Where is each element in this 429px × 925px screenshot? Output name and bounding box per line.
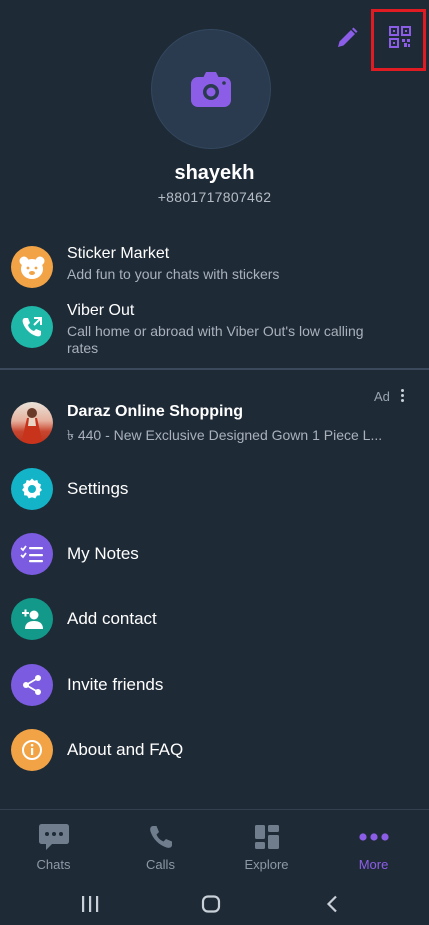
menu-item-my-notes[interactable]: My Notes <box>0 533 429 593</box>
nav-calls[interactable]: Calls <box>107 810 214 882</box>
home-icon <box>201 895 221 913</box>
profile-avatar-button[interactable] <box>151 29 271 149</box>
ad-subtitle: ৳ 440 - New Exclusive Designed Gown 1 Pi… <box>67 427 383 443</box>
nav-label-calls: Calls <box>146 857 175 872</box>
pencil-icon <box>338 27 358 47</box>
menu-item-about-faq[interactable]: About and FAQ <box>0 729 429 789</box>
camera-icon <box>191 72 231 107</box>
add-contact-icon <box>11 598 53 640</box>
nav-label-chats: Chats <box>36 857 71 872</box>
section-divider <box>0 368 429 370</box>
nav-chats[interactable]: Chats <box>0 810 107 882</box>
ad-image <box>11 402 53 444</box>
menu-label-about-faq: About and FAQ <box>67 740 184 759</box>
nav-label-more: More <box>358 857 389 872</box>
chat-bubble-icon <box>38 822 70 852</box>
viber-out-item[interactable]: Viber Out Call home or abroad with Viber… <box>0 300 429 360</box>
menu-label-settings: Settings <box>67 479 129 498</box>
menu-label-invite-friends: Invite friends <box>67 675 164 694</box>
menu-item-invite-friends[interactable]: Invite friends <box>0 664 429 724</box>
recent-apps-icon <box>82 896 99 912</box>
info-icon <box>11 729 53 771</box>
home-button[interactable] <box>201 895 221 918</box>
menu-label-add-contact: Add contact <box>67 609 157 628</box>
gear-icon <box>11 468 53 510</box>
phone-out-icon <box>11 306 53 348</box>
menu-item-add-contact[interactable]: Add contact <box>0 598 429 658</box>
viber-out-subtitle: Call home or abroad with Viber Out's low… <box>67 323 364 356</box>
phone-icon <box>145 822 177 852</box>
sticker-market-item[interactable]: Sticker Market Add fun to your chats wit… <box>0 242 429 290</box>
sticker-bear-icon <box>11 246 53 288</box>
nav-label-explore: Explore <box>244 857 289 872</box>
share-icon <box>11 664 53 706</box>
edit-profile-button[interactable] <box>333 24 361 52</box>
menu-item-settings[interactable]: Settings <box>0 468 429 528</box>
viber-out-title: Viber Out <box>67 302 135 319</box>
ad-label: Ad <box>374 389 390 404</box>
profile-phone: +8801717807462 <box>157 189 272 205</box>
system-nav-bar <box>0 881 429 925</box>
ad-options-button[interactable] <box>398 389 406 403</box>
ad-title: Daraz Online Shopping <box>67 403 244 420</box>
qr-code-button[interactable] <box>388 25 412 49</box>
sticker-market-subtitle: Add fun to your chats with stickers <box>67 266 280 282</box>
more-screen: shayekh +8801717807462 Sticker Market Ad… <box>0 0 429 925</box>
menu-label-my-notes: My Notes <box>67 544 139 563</box>
sticker-market-title: Sticker Market <box>67 245 170 262</box>
bottom-nav: Chats Calls Explore More <box>0 809 429 881</box>
back-button[interactable] <box>325 895 339 918</box>
notes-checklist-icon <box>11 533 53 575</box>
explore-grid-icon <box>251 822 283 852</box>
profile-name: shayekh <box>174 162 255 184</box>
more-dots-icon <box>358 822 390 852</box>
nav-more[interactable]: More <box>320 810 427 882</box>
nav-explore[interactable]: Explore <box>213 810 320 882</box>
back-chevron-icon <box>326 895 337 913</box>
qr-code-icon <box>389 26 411 48</box>
recent-apps-button[interactable] <box>81 895 99 918</box>
